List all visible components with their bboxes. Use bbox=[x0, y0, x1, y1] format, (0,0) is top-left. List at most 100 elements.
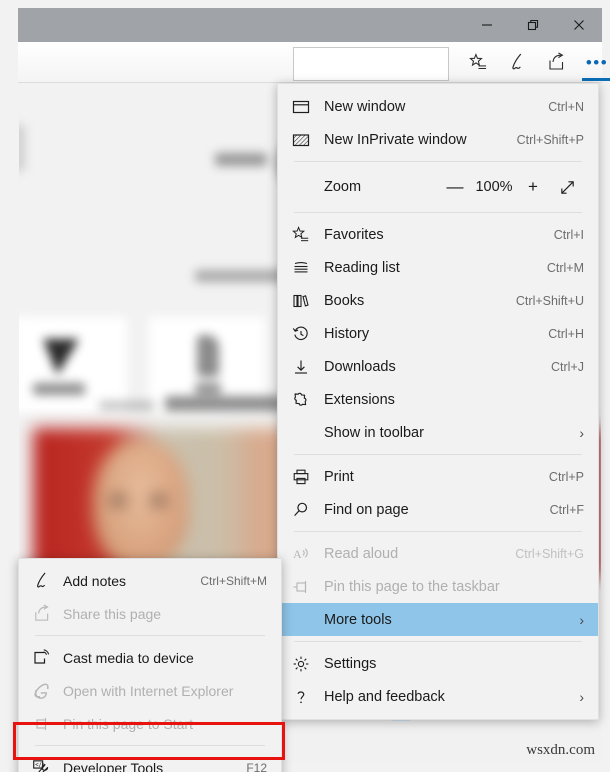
submenu-item-cast-media-to-device[interactable]: Cast media to device bbox=[19, 641, 281, 674]
add-notes-pen-icon bbox=[19, 571, 63, 590]
favorites-star-icon[interactable] bbox=[461, 46, 495, 78]
menu-item-shortcut: Ctrl+F bbox=[549, 502, 584, 517]
menu-item-shortcut: Ctrl+M bbox=[546, 260, 584, 275]
menu-item-label: Help and feedback bbox=[324, 688, 445, 705]
menu-item-label: Reading list bbox=[324, 259, 400, 276]
menu-item-label: More tools bbox=[324, 611, 392, 628]
reading-list-icon bbox=[278, 259, 324, 277]
developer-tools-icon: </> bbox=[19, 758, 63, 772]
more-tools-submenu: Add notes Ctrl+Shift+M Share this page C… bbox=[18, 558, 282, 772]
menu-item-new-inprivate-window[interactable]: New InPrivate window Ctrl+Shift+P bbox=[278, 123, 598, 156]
menu-item-shortcut: Ctrl+Shift+U bbox=[515, 293, 584, 308]
menu-separator bbox=[294, 531, 582, 532]
submenu-item-developer-tools[interactable]: </> Developer Tools F12 bbox=[19, 751, 281, 772]
chevron-right-icon: › bbox=[579, 688, 584, 705]
menu-item-reading-list[interactable]: Reading list Ctrl+M bbox=[278, 251, 598, 284]
svg-text:A: A bbox=[293, 547, 302, 561]
submenu-item-shortcut: F12 bbox=[246, 760, 267, 772]
submenu-item-shortcut: Ctrl+Shift+M bbox=[200, 573, 267, 588]
zoom-label: Zoom bbox=[324, 179, 362, 195]
submenu-item-label: Share this page bbox=[63, 605, 162, 622]
edge-settings-menu: New window Ctrl+N New InPrivate window C… bbox=[277, 83, 599, 720]
submenu-item-label: Add notes bbox=[63, 572, 127, 589]
menu-item-shortcut: Ctrl+H bbox=[548, 326, 584, 341]
menu-item-label: Books bbox=[324, 292, 365, 309]
books-icon bbox=[278, 292, 324, 310]
minimize-button[interactable] bbox=[464, 8, 510, 42]
fullscreen-button[interactable] bbox=[550, 179, 584, 196]
more-button[interactable]: ••• bbox=[580, 46, 610, 78]
extensions-icon bbox=[278, 391, 324, 409]
address-input[interactable] bbox=[293, 47, 449, 81]
chevron-right-icon: › bbox=[579, 424, 584, 441]
menu-item-downloads[interactable]: Downloads Ctrl+J bbox=[278, 350, 598, 383]
menu-item-favorites[interactable]: Favorites Ctrl+I bbox=[278, 218, 598, 251]
submenu-item-pin-this-page-to-start[interactable]: Pin this page to Start bbox=[19, 707, 281, 740]
menu-separator bbox=[294, 161, 582, 162]
menu-item-label: New window bbox=[324, 98, 406, 115]
menu-separator bbox=[294, 641, 582, 642]
menu-item-new-window[interactable]: New window Ctrl+N bbox=[278, 90, 598, 123]
question-icon bbox=[278, 688, 324, 706]
new-window-icon bbox=[278, 98, 324, 116]
browser-window: ••• wsxdn.com New window Ctrl+N New InPr… bbox=[0, 0, 610, 772]
menu-item-label: Pin this page to the taskbar bbox=[324, 578, 500, 595]
history-clock-icon bbox=[278, 325, 324, 343]
cast-icon bbox=[19, 648, 63, 667]
pin-icon bbox=[278, 578, 324, 596]
read-aloud-icon: A bbox=[278, 545, 324, 563]
menu-item-label: New InPrivate window bbox=[324, 131, 467, 148]
menu-item-read-aloud[interactable]: A Read aloud Ctrl+Shift+G bbox=[278, 537, 598, 570]
submenu-item-label: Cast media to device bbox=[63, 649, 194, 666]
menu-separator bbox=[294, 454, 582, 455]
menu-item-pin-page-to-taskbar[interactable]: Pin this page to the taskbar bbox=[278, 570, 598, 603]
submenu-item-label: Pin this page to Start bbox=[63, 715, 193, 732]
favorites-star-icon bbox=[278, 225, 324, 244]
menu-item-shortcut: Ctrl+Shift+G bbox=[515, 546, 584, 561]
menu-item-help-and-feedback[interactable]: Help and feedback › bbox=[278, 680, 598, 713]
zoom-level-value: 100% bbox=[475, 179, 513, 195]
menu-item-show-in-toolbar[interactable]: Show in toolbar › bbox=[278, 416, 598, 449]
menu-item-label: Favorites bbox=[324, 226, 384, 243]
submenu-separator bbox=[35, 745, 265, 746]
menu-item-shortcut: Ctrl+P bbox=[548, 469, 584, 484]
menu-item-shortcut: Ctrl+N bbox=[548, 99, 584, 114]
menu-item-label: Downloads bbox=[324, 358, 396, 375]
share-icon[interactable] bbox=[539, 46, 573, 78]
menu-item-label: Find on page bbox=[324, 501, 409, 518]
menu-item-shortcut: Ctrl+Shift+P bbox=[516, 132, 584, 147]
titlebar bbox=[18, 8, 602, 42]
menu-item-print[interactable]: Print Ctrl+P bbox=[278, 460, 598, 493]
inprivate-icon bbox=[278, 131, 324, 149]
menu-item-settings[interactable]: Settings bbox=[278, 647, 598, 680]
menu-zoom-row: Zoom — 100% + bbox=[278, 167, 598, 207]
submenu-item-add-notes[interactable]: Add notes Ctrl+Shift+M bbox=[19, 564, 281, 597]
restore-button[interactable] bbox=[510, 8, 556, 42]
menu-item-shortcut: Ctrl+J bbox=[551, 359, 584, 374]
zoom-in-button[interactable]: + bbox=[516, 177, 550, 197]
more-button-active-indicator bbox=[582, 78, 610, 81]
print-icon bbox=[278, 468, 324, 486]
submenu-item-share-this-page[interactable]: Share this page bbox=[19, 597, 281, 630]
menu-item-shortcut: Ctrl+I bbox=[553, 227, 584, 242]
menu-item-books[interactable]: Books Ctrl+Shift+U bbox=[278, 284, 598, 317]
submenu-item-open-with-internet-explorer[interactable]: Open with Internet Explorer bbox=[19, 674, 281, 707]
menu-item-find-on-page[interactable]: Find on page Ctrl+F bbox=[278, 493, 598, 526]
menu-item-history[interactable]: History Ctrl+H bbox=[278, 317, 598, 350]
menu-item-label: Print bbox=[324, 468, 354, 485]
internet-explorer-icon bbox=[19, 681, 63, 700]
menu-item-more-tools[interactable]: More tools › bbox=[278, 603, 598, 636]
zoom-out-button[interactable]: — bbox=[438, 177, 472, 197]
downloads-arrow-icon bbox=[278, 358, 324, 376]
chevron-right-icon: › bbox=[579, 611, 584, 628]
close-button[interactable] bbox=[556, 8, 602, 42]
menu-item-extensions[interactable]: Extensions bbox=[278, 383, 598, 416]
search-icon bbox=[278, 501, 324, 519]
menu-item-label: Settings bbox=[324, 655, 377, 672]
add-notes-pen-icon[interactable] bbox=[500, 46, 534, 78]
menu-separator bbox=[294, 212, 582, 213]
menu-item-label: Extensions bbox=[324, 391, 395, 408]
menu-item-label: Show in toolbar bbox=[324, 424, 424, 441]
share-icon bbox=[19, 604, 63, 623]
source-site-text: wsxdn.com bbox=[526, 742, 595, 758]
